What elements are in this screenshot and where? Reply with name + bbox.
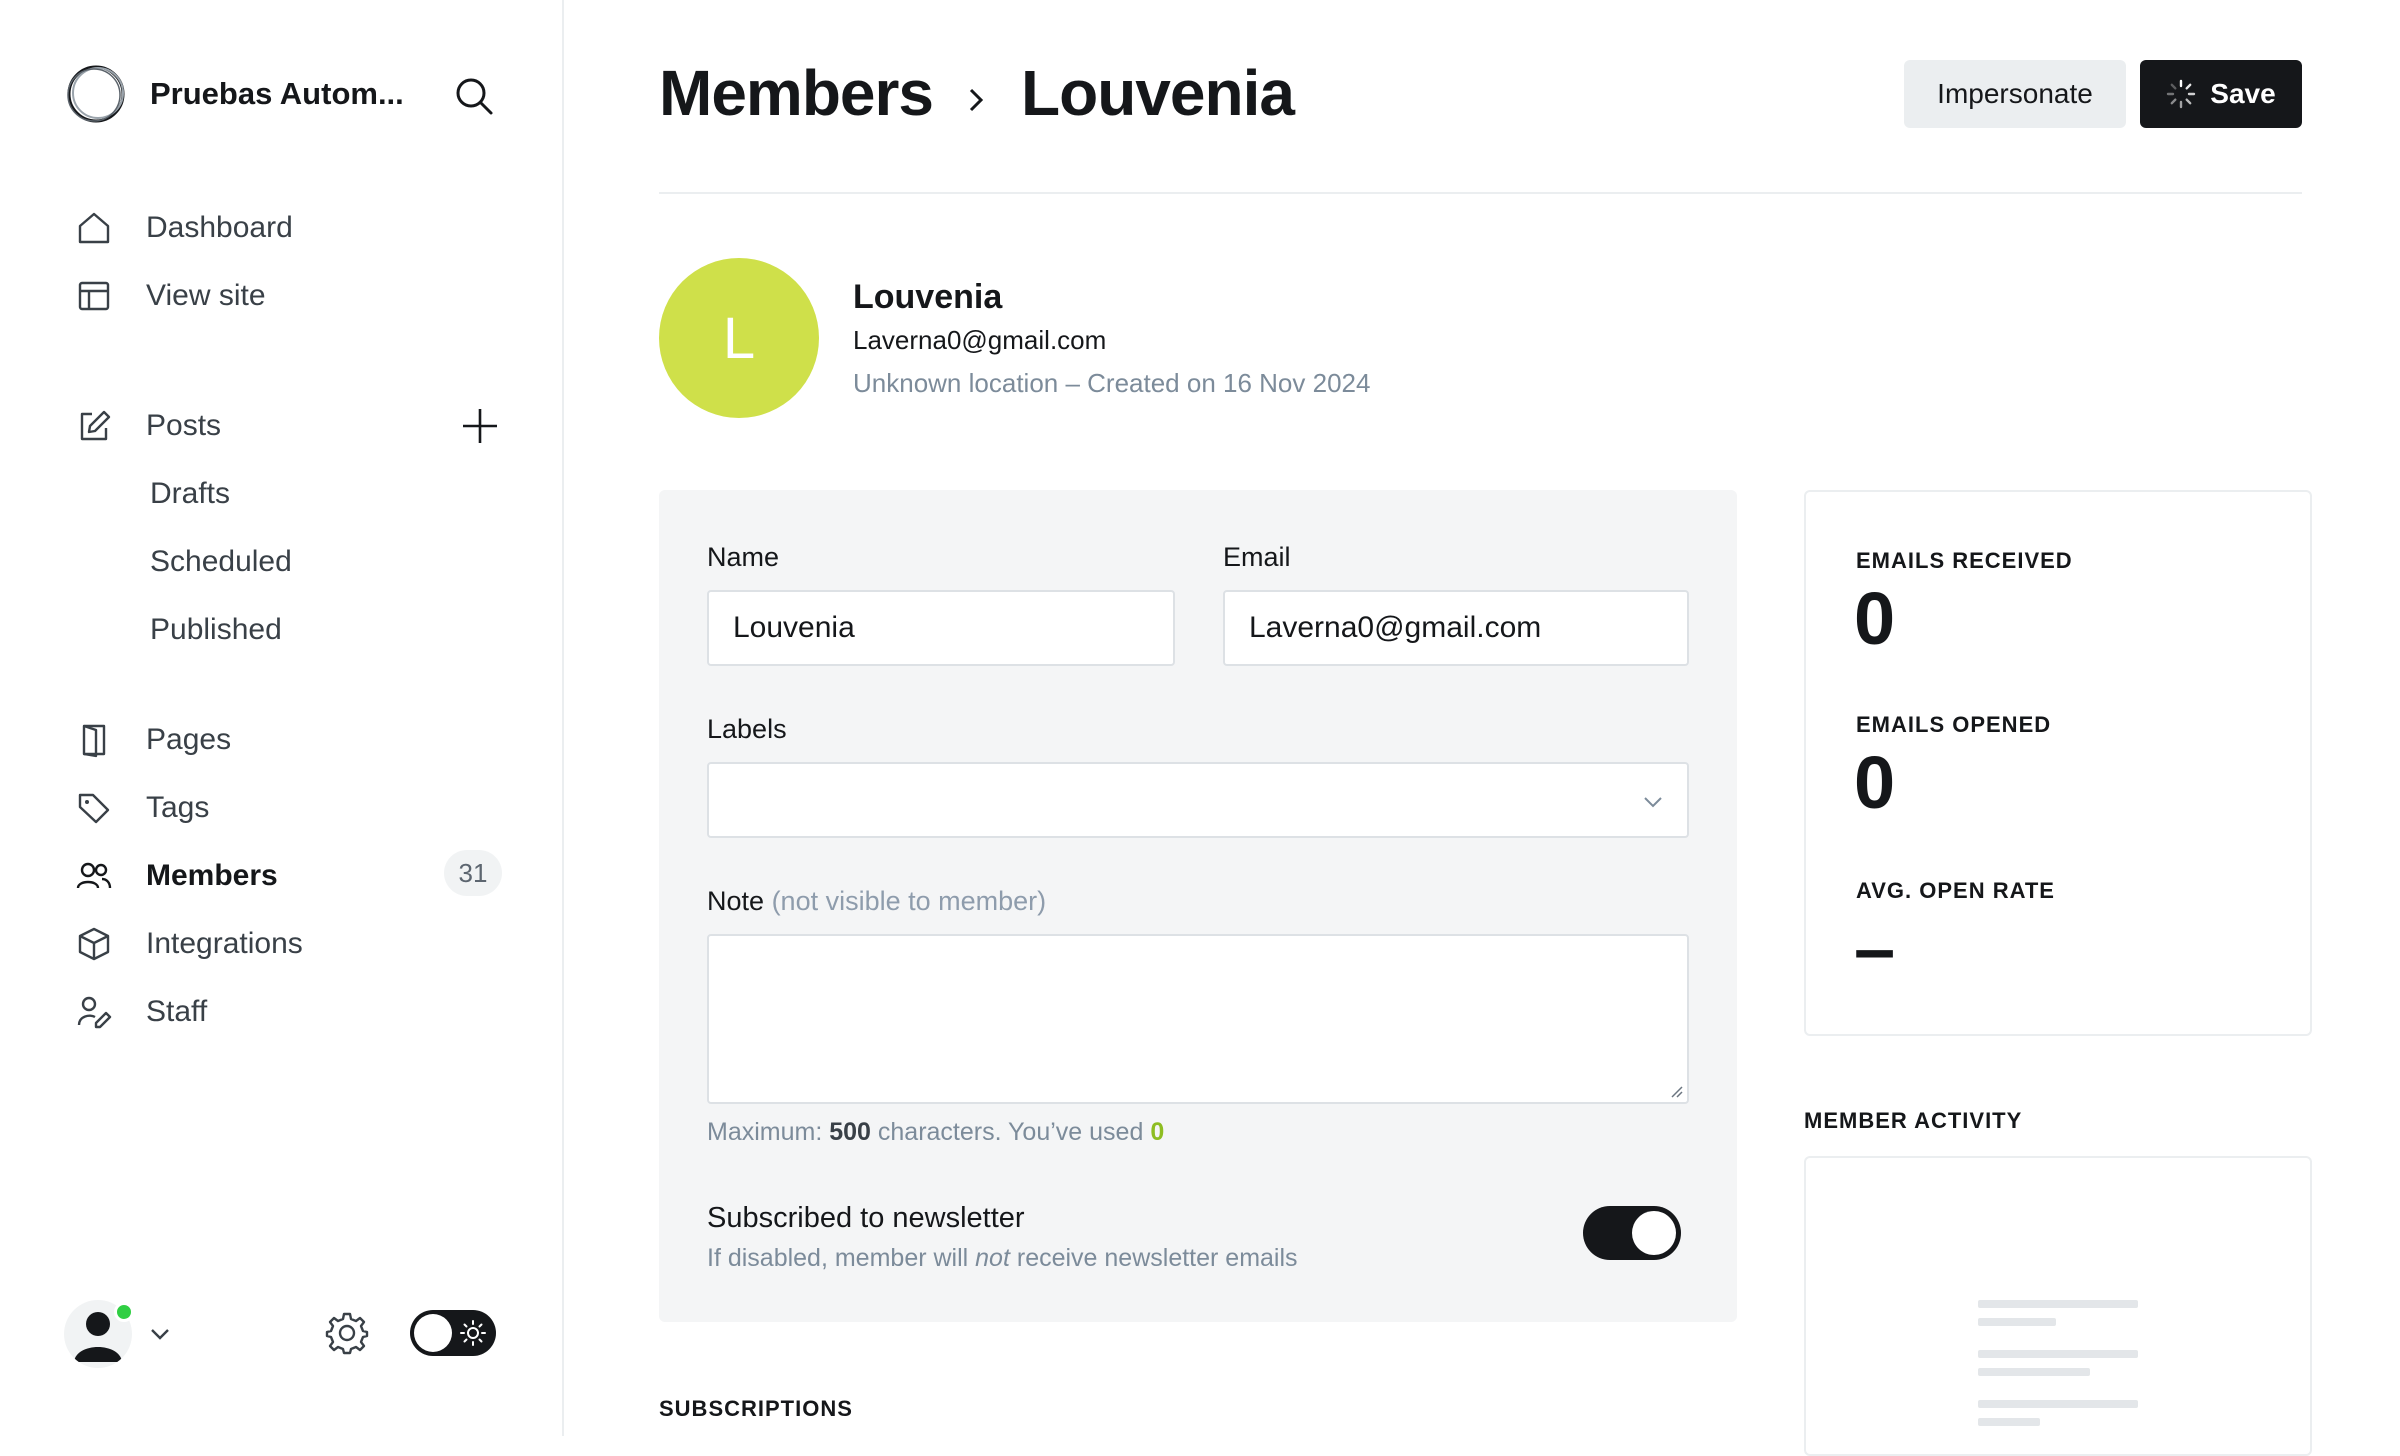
page-icon [74,720,114,760]
char-max: 500 [829,1118,871,1146]
char-used: 0 [1150,1118,1165,1146]
newsletter-description: If disabled, member will not receive new… [707,1244,1298,1273]
name-field[interactable]: Louvenia [707,590,1175,666]
members-icon [74,856,114,896]
theme-toggle[interactable] [410,1310,496,1356]
save-button[interactable]: Save [2140,60,2302,128]
page-title: Louvenia [1021,57,1295,129]
nav-posts[interactable]: Posts [74,398,221,454]
site-brand[interactable]: Pruebas Autom... [64,62,404,126]
nl-desc-after: receive newsletter emails [1009,1244,1298,1272]
subscriptions-heading: SUBSCRIPTIONS [659,1396,853,1421]
search-icon[interactable] [452,74,496,118]
members-count-badge: 31 [444,850,502,896]
impersonate-button[interactable]: Impersonate [1904,60,2126,128]
placeholder-line [1978,1368,2090,1376]
note-textarea[interactable] [707,934,1689,1104]
note-label-hint: (not visible to member) [771,886,1047,916]
emails-received-value: 0 [1854,577,1896,660]
nav-staff[interactable]: Staff [74,984,207,1040]
note-label-text: Note [707,886,765,916]
nav-staff-label: Staff [146,995,208,1028]
member-activity-card [1804,1156,2312,1456]
member-meta: Louvenia Laverna0@gmail.com Unknown loca… [853,278,1370,399]
theme-toggle-knob [414,1314,452,1352]
nav-view-site[interactable]: View site [74,268,266,324]
nav-integrations[interactable]: Integrations [74,916,303,972]
edit-icon [74,406,114,446]
nav-tags-label: Tags [146,791,210,824]
newsletter-toggle-knob [1632,1211,1676,1255]
nav-integrations-label: Integrations [146,927,303,960]
layout-icon [74,276,114,316]
char-prefix: Maximum: [707,1118,830,1146]
nav-scheduled[interactable]: Scheduled [150,534,292,590]
chevron-right-icon [969,88,984,112]
labels-label: Labels [707,714,787,744]
header-divider [659,192,2302,194]
member-location-created: Unknown location – Created on 16 Nov 202… [853,367,1371,398]
placeholder-line [1978,1318,2056,1326]
member-activity-heading: MEMBER ACTIVITY [1804,1108,2023,1133]
sidebar: Pruebas Autom... Dashboard View site Pos… [0,0,564,1436]
placeholder-line [1978,1418,2040,1426]
nav-dashboard[interactable]: Dashboard [74,200,293,256]
breadcrumb-members-link[interactable]: Members [659,56,934,130]
nav-dashboard-label: Dashboard [146,211,293,244]
sun-icon [460,1320,486,1346]
nav-posts-label: Posts [146,409,222,442]
home-icon [74,208,114,248]
nl-desc-before: If disabled, member will [707,1244,976,1272]
note-char-counter: Maximum: 500 characters. You’ve used 0 [707,1118,1164,1147]
email-field[interactable]: Laverna0@gmail.com [1223,590,1689,666]
online-status-dot [114,1302,134,1322]
nav-pages[interactable]: Pages [74,712,231,768]
note-label: Note (not visible to member) [707,886,1046,917]
nav-members[interactable]: Members [74,848,278,904]
placeholder-line [1978,1300,2138,1308]
placeholder-line [1978,1350,2138,1358]
emails-opened-label: EMAILS OPENED [1856,712,2052,737]
cube-icon [74,924,114,964]
member-avatar: L [659,258,819,418]
member-name: Louvenia [853,277,1003,316]
tag-icon [74,788,114,828]
emails-opened-value: 0 [1854,741,1896,824]
placeholder-line [1978,1400,2138,1408]
name-label: Name [707,542,780,572]
nav-view-site-label: View site [146,279,266,312]
avg-open-rate-label: AVG. OPEN RATE [1856,878,2055,903]
site-logo-icon [67,65,125,123]
emails-received-label: EMAILS RECEIVED [1856,548,2073,573]
main-content: Members Louvenia Impersonate Save L Louv… [564,0,2400,1456]
site-name: Pruebas Autom... [150,76,404,111]
nav-published[interactable]: Published [150,602,282,658]
avg-open-rate-value: – [1854,907,1896,990]
staff-icon [74,992,114,1032]
nav-tags[interactable]: Tags [74,780,209,836]
gear-icon[interactable] [324,1310,370,1356]
spinner-icon [2167,79,2196,109]
char-middle: characters. You’ve used [870,1118,1151,1146]
new-post-plus-icon[interactable] [460,406,500,446]
labels-select[interactable] [707,762,1689,838]
chevron-down-icon [151,1329,169,1340]
nav-pages-label: Pages [146,723,232,756]
resize-grip-icon[interactable] [1667,1082,1683,1098]
member-form: Name Louvenia Email Laverna0@gmail.com L… [659,490,1737,1322]
newsletter-title: Subscribed to newsletter [707,1202,1025,1234]
nav-members-label: Members [146,859,278,892]
nav-drafts[interactable]: Drafts [150,466,230,522]
nl-desc-em: not [975,1244,1010,1272]
breadcrumb: Members Louvenia [659,56,1295,130]
member-header: L Louvenia Laverna0@gmail.com Unknown lo… [659,258,1370,418]
member-email: Laverna0@gmail.com [853,324,1107,355]
chevron-down-icon [1644,797,1662,808]
email-label: Email [1223,542,1291,572]
save-button-label: Save [2210,78,2276,109]
newsletter-toggle[interactable] [1583,1206,1681,1260]
email-stats-card: EMAILS RECEIVED 0 EMAILS OPENED 0 AVG. O… [1804,490,2312,1036]
